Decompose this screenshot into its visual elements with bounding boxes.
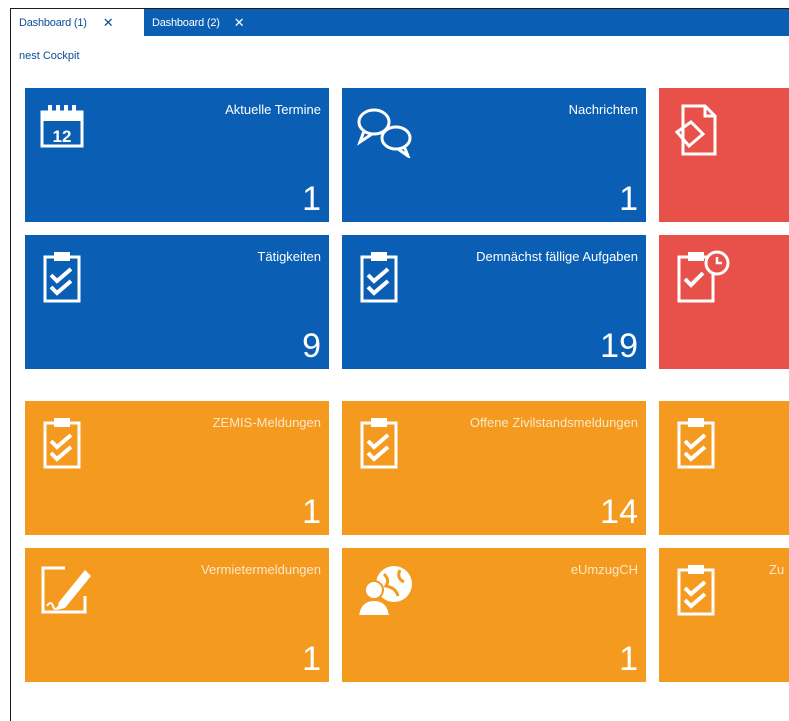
- tile-zemis-meldungen[interactable]: ZEMIS-Meldungen 1: [25, 401, 329, 535]
- tile-title: Zu: [769, 562, 785, 577]
- tile-zivilstandsmeldungen[interactable]: Offene Zivilstandsmeldungen 14: [342, 401, 646, 535]
- tab-dashboard-2[interactable]: Dashboard (2) ✕: [144, 9, 284, 36]
- tile-count: 1: [619, 640, 638, 678]
- tile-count: 19: [600, 327, 638, 365]
- tile-title: Tätigkeiten: [257, 249, 321, 264]
- tile-count: 1: [619, 180, 638, 218]
- tile-title: Aktuelle Termine: [225, 102, 321, 117]
- tile-title: Nachrichten: [568, 102, 638, 117]
- tile-red-overdue[interactable]: [659, 235, 789, 369]
- tile-orange-zu[interactable]: Zu: [659, 548, 789, 682]
- tile-count: 9: [302, 327, 321, 365]
- tile-title: Vermietermeldungen: [201, 562, 321, 577]
- calendar-icon: 12: [40, 105, 84, 148]
- tile-count: 1: [302, 180, 321, 218]
- tile-eumzugch[interactable]: eUmzugCH 1: [342, 548, 646, 682]
- clipboard-check-icon: [360, 418, 398, 469]
- tile-title: Demnächst fällige Aufgaben: [476, 249, 638, 264]
- tile-faellige-aufgaben[interactable]: Demnächst fällige Aufgaben 19: [342, 235, 646, 369]
- tab-label: Dashboard (1): [19, 16, 87, 29]
- clipboard-check-icon: [677, 418, 715, 469]
- tile-taetigkeiten[interactable]: Tätigkeiten 9: [25, 235, 329, 369]
- clipboard-check-icon: [43, 252, 81, 303]
- signature-pen-icon: [41, 566, 91, 614]
- globe-user-icon: [356, 566, 412, 617]
- document-icon: [674, 104, 717, 156]
- dashboard-window: Dashboard (1) ✕ Dashboard (2) ✕ nest Coc…: [10, 8, 789, 721]
- tile-title: ZEMIS-Meldungen: [212, 415, 321, 430]
- tile-title: Offene Zivilstandsmeldungen: [469, 415, 638, 430]
- clipboard-check-icon: [677, 565, 715, 616]
- chat-bubbles-icon: [357, 108, 412, 158]
- calendar-day: 12: [53, 127, 72, 146]
- tile-count: 14: [600, 493, 638, 531]
- close-icon[interactable]: ✕: [234, 15, 245, 31]
- tile-orange-3[interactable]: [659, 401, 789, 535]
- tile-red-documents[interactable]: [659, 88, 789, 222]
- tile-vermietermeldungen[interactable]: Vermietermeldungen 1: [25, 548, 329, 682]
- clipboard-check-icon: [360, 252, 398, 303]
- tile-nachrichten[interactable]: Nachrichten 1: [342, 88, 646, 222]
- close-icon[interactable]: ✕: [103, 15, 114, 31]
- clipboard-check-icon: [43, 418, 81, 469]
- tile-count: 1: [302, 493, 321, 531]
- tile-title: eUmzugCH: [570, 562, 638, 577]
- tile-aktuelle-termine[interactable]: 12 Aktuelle Termine 1: [25, 88, 329, 222]
- tab-bar: Dashboard (1) ✕ Dashboard (2) ✕: [11, 9, 789, 36]
- clipboard-clock-icon: [677, 250, 730, 303]
- tile-count: 1: [302, 640, 321, 678]
- tab-label: Dashboard (2): [152, 16, 220, 29]
- breadcrumb: nest Cockpit: [19, 50, 80, 62]
- tab-dashboard-1[interactable]: Dashboard (1) ✕: [11, 9, 144, 36]
